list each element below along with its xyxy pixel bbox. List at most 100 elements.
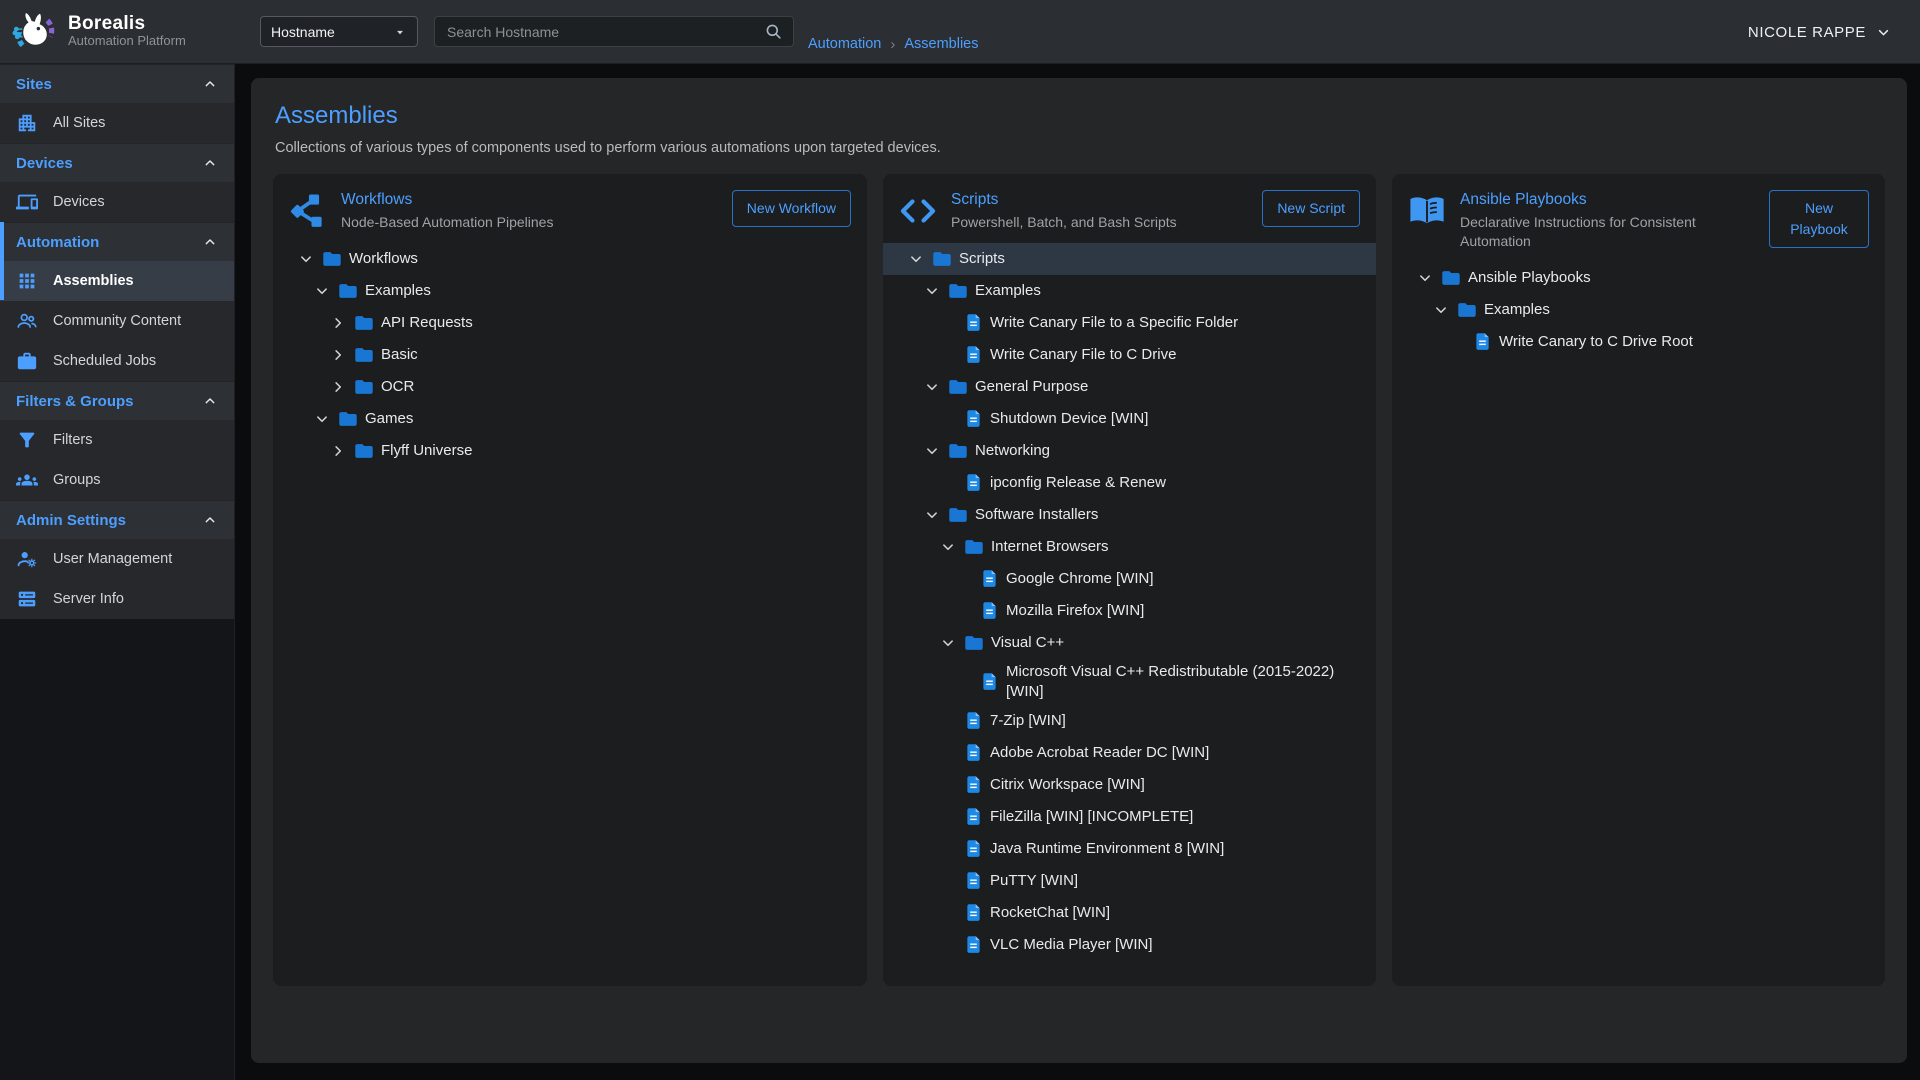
tree-node-write-canary-to-c-drive-root[interactable]: Write Canary to C Drive Root (1408, 326, 1869, 358)
tree-node-internet-browsers[interactable]: Internet Browsers (899, 531, 1360, 563)
sidebar-item-filters[interactable]: Filters (0, 420, 234, 460)
tree-node-label: PuTTY [WIN] (990, 871, 1078, 891)
tree-node-flyff-universe[interactable]: Flyff Universe (289, 435, 851, 467)
tree-node-7-zip-win[interactable]: 7-Zip [WIN] (899, 704, 1360, 736)
tree-node-label: Examples (975, 281, 1041, 301)
folder-icon (963, 632, 985, 654)
sidebar-item-scheduled-jobs[interactable]: Scheduled Jobs (0, 341, 234, 381)
tree-node-workflows[interactable]: Workflows (289, 243, 851, 275)
sidebar-item-community-content[interactable]: Community Content (0, 301, 234, 341)
user-gear-icon (16, 548, 38, 570)
tree-node-networking[interactable]: Networking (899, 435, 1360, 467)
tree-scripts: ScriptsExamplesWrite Canary File to a Sp… (899, 243, 1360, 961)
tree-node-general-purpose[interactable]: General Purpose (899, 371, 1360, 403)
sidebar: SitesAll SitesDevicesDevicesAutomationAs… (0, 64, 235, 1080)
new-workflow-button[interactable]: New Workflow (732, 190, 851, 227)
card-header: Scripts Powershell, Batch, and Bash Scrip… (899, 190, 1360, 232)
grid-icon (16, 270, 38, 292)
tree-node-api-requests[interactable]: API Requests (289, 307, 851, 339)
sidebar-item-assemblies[interactable]: Assemblies (0, 261, 234, 301)
sidebar-item-label: Scheduled Jobs (53, 353, 156, 369)
card-subtitle: Powershell, Batch, and Bash Scripts (951, 213, 1248, 232)
tree-node-software-installers[interactable]: Software Installers (899, 499, 1360, 531)
tree-node-basic[interactable]: Basic (289, 339, 851, 371)
tree-node-ipconfig-release-renew[interactable]: ipconfig Release & Renew (899, 467, 1360, 499)
file-icon (963, 774, 984, 795)
search-input[interactable] (445, 23, 764, 41)
tree-node-shutdown-device-win[interactable]: Shutdown Device [WIN] (899, 403, 1360, 435)
tree-node-adobe-acrobat-reader-dc-win[interactable]: Adobe Acrobat Reader DC [WIN] (899, 736, 1360, 768)
tree-node-examples[interactable]: Examples (1408, 294, 1869, 326)
sidebar-section-header-devices[interactable]: Devices (0, 143, 234, 182)
breadcrumb-link-assemblies[interactable]: Assemblies (904, 36, 978, 52)
chevron-down-icon (313, 282, 331, 300)
tree-node-write-canary-file-to-c-drive[interactable]: Write Canary File to C Drive (899, 339, 1360, 371)
tree-node-write-canary-file-to-a-specific-folder[interactable]: Write Canary File to a Specific Folder (899, 307, 1360, 339)
sidebar-section-header-admin-settings[interactable]: Admin Settings (0, 500, 234, 539)
search-box (434, 16, 794, 47)
chevron-down-icon (923, 282, 941, 300)
sidebar-section-filters-groups: Filters & Groups Filters Groups (0, 381, 234, 500)
tree-node-java-runtime-environment-8-win[interactable]: Java Runtime Environment 8 [WIN] (899, 832, 1360, 864)
sidebar-section-admin-settings: Admin SettingsUser ManagementServer Info (0, 500, 234, 619)
card-subtitle: Declarative Instructions for Consistent … (1460, 213, 1755, 251)
card-title[interactable]: Scripts (951, 191, 1248, 209)
sidebar-item-all-sites[interactable]: All Sites (0, 103, 234, 143)
file-icon (963, 344, 984, 365)
tree-node-google-chrome-win[interactable]: Google Chrome [WIN] (899, 563, 1360, 595)
new-playbook-button[interactable]: New Playbook (1769, 190, 1869, 248)
tree-node-label: OCR (381, 377, 414, 397)
tree-node-vlc-media-player-win[interactable]: VLC Media Player [WIN] (899, 928, 1360, 960)
folder-icon (947, 280, 969, 302)
tree-node-rocketchat-win[interactable]: RocketChat [WIN] (899, 896, 1360, 928)
tree-node-label: API Requests (381, 313, 473, 333)
sidebar-section-header-automation[interactable]: Automation (0, 222, 234, 261)
breadcrumb-link-automation[interactable]: Automation (808, 36, 881, 52)
tree-node-visual-c[interactable]: Visual C++ (899, 627, 1360, 659)
tree-node-label: Write Canary to C Drive Root (1499, 332, 1693, 352)
user-menu[interactable]: NICOLE RAPPE (1748, 0, 1892, 64)
hostname-select[interactable]: Hostname (260, 16, 418, 47)
tree-node-label: Basic (381, 345, 418, 365)
tree-node-citrix-workspace-win[interactable]: Citrix Workspace [WIN] (899, 768, 1360, 800)
tree-node-putty-win[interactable]: PuTTY [WIN] (899, 864, 1360, 896)
tree-node-mozilla-firefox-win[interactable]: Mozilla Firefox [WIN] (899, 595, 1360, 627)
tree-node-filezilla-win-incomplete[interactable]: FileZilla [WIN] [INCOMPLETE] (899, 800, 1360, 832)
folder-icon (947, 440, 969, 462)
folder-icon (947, 504, 969, 526)
sidebar-item-server-info[interactable]: Server Info (0, 579, 234, 619)
sidebar-item-groups[interactable]: Groups (0, 460, 234, 500)
tree-node-label: Citrix Workspace [WIN] (990, 775, 1145, 795)
tree-node-ocr[interactable]: OCR (289, 371, 851, 403)
chevron-down-icon (1875, 24, 1892, 41)
sidebar-item-devices[interactable]: Devices (0, 182, 234, 222)
tree-node-label: Microsoft Visual C++ Redistributable (20… (1006, 662, 1360, 702)
file-icon (963, 838, 984, 859)
tree-node-label: Workflows (349, 249, 418, 269)
folder-icon (1456, 299, 1478, 321)
brand[interactable]: Borealis Automation Platform (12, 8, 186, 54)
tree-node-ansible-playbooks[interactable]: Ansible Playbooks (1408, 262, 1869, 294)
tree-node-examples[interactable]: Examples (899, 275, 1360, 307)
tree-node-scripts[interactable]: Scripts (883, 243, 1376, 275)
caret-down-icon (393, 25, 407, 39)
folder-icon (963, 536, 985, 558)
tree-node-label: Internet Browsers (991, 537, 1109, 557)
tree-node-label: 7-Zip [WIN] (990, 711, 1066, 731)
sidebar-section-automation: AutomationAssembliesCommunity Content Sch… (0, 222, 234, 381)
folder-icon (337, 280, 359, 302)
chevron-up-icon (202, 234, 218, 250)
sidebar-item-user-management[interactable]: User Management (0, 539, 234, 579)
card-title[interactable]: Workflows (341, 191, 718, 209)
search-icon[interactable] (764, 22, 783, 41)
tree-node-microsoft-visual-c-redistributable-2015-2022-win[interactable]: Microsoft Visual C++ Redistributable (20… (899, 659, 1360, 705)
new-script-button[interactable]: New Script (1262, 190, 1360, 227)
sidebar-section-header-filters-groups[interactable]: Filters & Groups (0, 381, 234, 420)
tree-node-games[interactable]: Games (289, 403, 851, 435)
file-icon (979, 671, 1000, 692)
sidebar-section-devices: DevicesDevices (0, 143, 234, 222)
sidebar-section-header-sites[interactable]: Sites (0, 64, 234, 103)
card-title[interactable]: Ansible Playbooks (1460, 191, 1755, 209)
sidebar-item-label: Filters (53, 432, 92, 448)
tree-node-examples[interactable]: Examples (289, 275, 851, 307)
